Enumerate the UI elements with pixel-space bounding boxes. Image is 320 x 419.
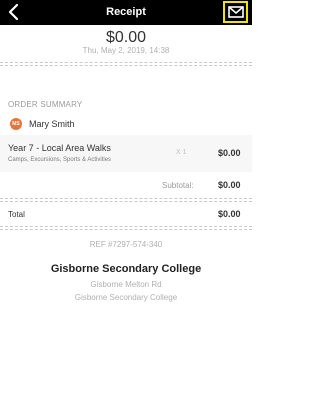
- envelope-icon: [227, 6, 244, 18]
- receipt-amount: $0.00: [105, 29, 147, 46]
- email-receipt-button[interactable]: [223, 1, 248, 23]
- item-name: Year 7 - Local Area Walks: [8, 143, 111, 153]
- list-item: [0, 135, 252, 172]
- divider: [0, 201, 252, 202]
- total-label: Total: [8, 210, 25, 219]
- divider: [0, 65, 252, 66]
- item-category: Camps, Excursions, Sports & Activities: [8, 157, 112, 163]
- divider: [0, 229, 252, 230]
- item-quantity: X 1: [176, 149, 187, 156]
- receipt-datetime: Thu, May 2, 2019, 14:38: [82, 46, 170, 55]
- organisation-address-line1: Gisborne Melton Rd: [90, 280, 162, 289]
- total-value: $0.00: [218, 209, 241, 219]
- avatar: MS: [10, 118, 22, 130]
- subtotal-value: $0.00: [218, 180, 241, 190]
- page-title: Receipt: [106, 6, 146, 18]
- customer-row: MS Mary Smith: [10, 118, 75, 130]
- subtotal-label: Subtotal:: [162, 181, 194, 190]
- divider: [0, 62, 252, 63]
- reference-number: REF #7297-574-340: [89, 240, 163, 249]
- customer-name: Mary Smith: [29, 119, 75, 129]
- organisation-address-line2: Gisborne Secondary College: [74, 293, 178, 302]
- divider: [0, 198, 252, 199]
- header-bar: Receipt: [0, 0, 252, 25]
- item-price: $0.00: [218, 148, 241, 158]
- order-summary-title: ORDER SUMMARY: [8, 100, 83, 109]
- organisation-name: Gisborne Secondary College: [50, 263, 202, 275]
- divider: [0, 226, 252, 227]
